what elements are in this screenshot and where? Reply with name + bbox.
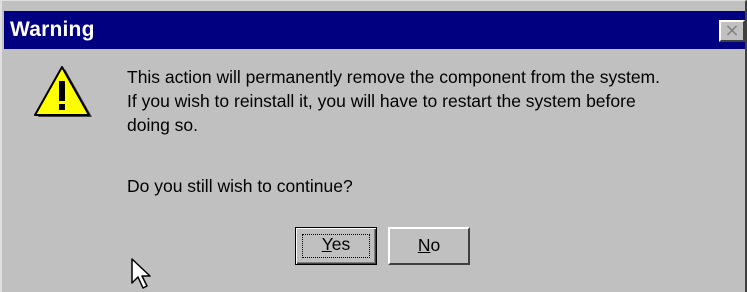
yes-accelerator: Y: [321, 234, 332, 254]
no-button[interactable]: No: [388, 227, 470, 265]
dialog-title: Warning: [10, 18, 95, 41]
mouse-pointer-icon: [131, 258, 151, 289]
close-button[interactable]: ×: [719, 20, 745, 42]
no-button-label: No: [418, 235, 440, 255]
message-line: If you wish to reinstall it, you will ha…: [127, 91, 636, 111]
yes-button-label: Yes: [322, 234, 351, 254]
close-icon: ×: [724, 20, 740, 41]
yes-label-rest: es: [331, 234, 351, 254]
message-text: This action will permanently remove the …: [127, 65, 737, 137]
no-label-rest: o: [430, 235, 441, 255]
title-bar: Warning ×: [4, 11, 745, 49]
warning-icon: [34, 66, 92, 117]
message-line: This action will permanently remove the …: [127, 67, 660, 87]
no-accelerator: N: [417, 235, 431, 255]
warning-dialog: Warning × This action will permanently r…: [0, 0, 747, 292]
yes-button[interactable]: Yes: [295, 227, 377, 265]
confirm-question: Do you still wish to continue?: [127, 176, 353, 196]
message-line: doing so.: [127, 115, 199, 135]
